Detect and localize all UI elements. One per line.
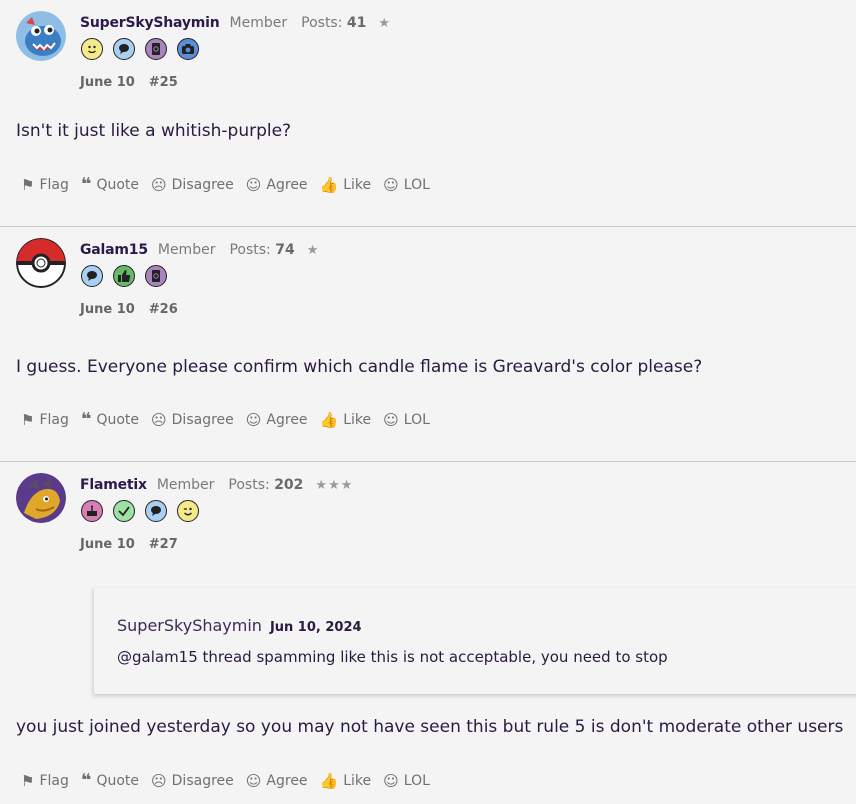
- thumbs-up-icon: 👍: [319, 771, 339, 790]
- flag-icon: ⚑: [21, 771, 35, 790]
- like-button[interactable]: 👍 Like: [320, 411, 372, 429]
- laughing-face-icon: ☺: [383, 175, 399, 194]
- smile-face-icon: ☺: [245, 771, 262, 790]
- star-icon: ★: [306, 243, 320, 258]
- post-date[interactable]: June 10: [80, 537, 135, 552]
- post-body: I guess. Everyone please confirm which c…: [16, 357, 703, 377]
- username[interactable]: Galam15: [80, 242, 148, 258]
- laughing-face-icon: ☺: [383, 410, 399, 429]
- posts-label: Posts:: [301, 15, 343, 31]
- flag-icon: ⚑: [21, 410, 35, 429]
- post-dateline: June 10 #27: [80, 537, 178, 552]
- address-book-badge[interactable]: [145, 265, 167, 287]
- user-role: Member: [229, 15, 288, 31]
- agree-button[interactable]: ☺ Agree: [246, 176, 308, 194]
- disagree-button[interactable]: ☹ Disagree: [151, 176, 234, 194]
- user-role: Member: [156, 477, 215, 493]
- username[interactable]: Flametix: [80, 477, 147, 493]
- quote-author[interactable]: SuperSkyShaymin: [117, 616, 262, 635]
- disagree-button[interactable]: ☹ Disagree: [151, 772, 234, 790]
- posts-label: Posts:: [228, 477, 270, 493]
- posts-count: 202: [274, 477, 304, 493]
- username[interactable]: SuperSkyShaymin: [80, 15, 220, 31]
- lol-button[interactable]: ☺ LOL: [383, 176, 430, 194]
- quote-icon: ❝: [80, 174, 92, 195]
- thumbs-up-icon: 👍: [319, 175, 339, 194]
- quote-button[interactable]: ❝ Quote: [81, 174, 139, 195]
- posts-count: 41: [346, 15, 367, 31]
- quote-icon: ❝: [80, 770, 92, 791]
- disagree-button[interactable]: ☹ Disagree: [151, 411, 234, 429]
- badge-row: [81, 38, 199, 60]
- frown-face-icon: ☹: [151, 771, 167, 790]
- winking-face-badge[interactable]: [177, 500, 199, 522]
- quote-button[interactable]: ❝ Quote: [81, 770, 139, 791]
- like-button[interactable]: 👍 Like: [320, 176, 372, 194]
- post-number[interactable]: #27: [149, 537, 178, 552]
- star-icon: ★★★: [315, 478, 354, 493]
- smiley-face-badge[interactable]: [81, 38, 103, 60]
- quote-block: SuperSkyShaymin Jun 10, 2024 @galam15 thr…: [93, 588, 856, 694]
- post-actions: ⚑ Flag ❝ Quote ☹ Disagree ☺ Agree 👍 Like ☺ LOL: [21, 409, 442, 430]
- flag-icon: ⚑: [21, 175, 35, 194]
- lol-button[interactable]: ☺ LOL: [383, 411, 430, 429]
- quote-text: @galam15 thread spamming like this is no…: [117, 648, 668, 666]
- post: Flametix Member Posts: 202 ★★★ June 10 #27 S…: [0, 462, 856, 804]
- post-meta: SuperSkyShaymin Member Posts: 41 ★: [80, 15, 391, 31]
- user-role: Member: [157, 242, 216, 258]
- post-date[interactable]: June 10: [80, 75, 135, 90]
- quote-date[interactable]: Jun 10, 2024: [270, 620, 362, 635]
- posts-label: Posts:: [229, 242, 271, 258]
- agree-button[interactable]: ☺ Agree: [246, 411, 308, 429]
- avatar[interactable]: [16, 238, 66, 288]
- laughing-face-icon: ☺: [383, 771, 399, 790]
- posts-count: 74: [275, 242, 295, 258]
- frown-face-icon: ☹: [151, 175, 167, 194]
- quote-header: SuperSkyShaymin Jun 10, 2024: [117, 616, 362, 635]
- flag-button[interactable]: ⚑ Flag: [21, 411, 69, 429]
- address-book-badge[interactable]: [145, 38, 167, 60]
- post-body: you just joined yesterday so you may not…: [16, 717, 844, 737]
- post-actions: ⚑ Flag ❝ Quote ☹ Disagree ☺ Agree 👍 Like ☺ LOL: [21, 174, 442, 195]
- badge-row: [81, 265, 167, 287]
- agree-button[interactable]: ☺ Agree: [246, 772, 308, 790]
- flag-button[interactable]: ⚑ Flag: [21, 772, 69, 790]
- post-number[interactable]: #26: [149, 302, 178, 317]
- post: Galam15 Member Posts: 74 ★ June 10 #26 I gue…: [0, 227, 856, 462]
- quote-icon: ❝: [80, 409, 92, 430]
- cake-badge[interactable]: [81, 500, 103, 522]
- smile-face-icon: ☺: [245, 175, 262, 194]
- lol-button[interactable]: ☺ LOL: [383, 772, 430, 790]
- speech-bubble-badge[interactable]: [113, 38, 135, 60]
- frown-face-icon: ☹: [151, 410, 167, 429]
- like-button[interactable]: 👍 Like: [320, 772, 372, 790]
- quote-button[interactable]: ❝ Quote: [81, 409, 139, 430]
- post-dateline: June 10 #26: [80, 302, 178, 317]
- post-dateline: June 10 #25: [80, 75, 178, 90]
- avatar[interactable]: [16, 473, 66, 523]
- avatar[interactable]: [16, 11, 66, 61]
- post-meta: Flametix Member Posts: 202 ★★★: [80, 477, 353, 493]
- post-actions: ⚑ Flag ❝ Quote ☹ Disagree ☺ Agree 👍 Like ☺ LOL: [21, 770, 442, 791]
- post-number[interactable]: #25: [149, 75, 178, 90]
- post: SuperSkyShaymin Member Posts: 41 ★ June 10 #…: [0, 0, 856, 227]
- post-date[interactable]: June 10: [80, 302, 135, 317]
- smile-face-icon: ☺: [245, 410, 262, 429]
- badge-row: [81, 500, 199, 522]
- post-body: Isn't it just like a whitish-purple?: [16, 121, 292, 141]
- speech-bubble-badge[interactable]: [81, 265, 103, 287]
- thumbs-up-icon: 👍: [319, 410, 339, 429]
- post-meta: Galam15 Member Posts: 74 ★: [80, 242, 319, 258]
- thumbs-up-badge[interactable]: [113, 265, 135, 287]
- speech-bubble-badge[interactable]: [145, 500, 167, 522]
- flag-button[interactable]: ⚑ Flag: [21, 176, 69, 194]
- checkmark-badge[interactable]: [113, 500, 135, 522]
- camera-badge[interactable]: [177, 38, 199, 60]
- star-icon: ★: [378, 16, 392, 31]
